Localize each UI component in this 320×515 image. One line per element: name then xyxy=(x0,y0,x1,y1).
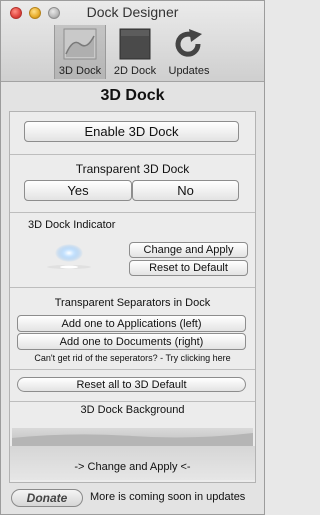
reset-all-button[interactable]: Reset all to 3D Default xyxy=(17,377,246,392)
refresh-icon xyxy=(175,29,202,57)
divider xyxy=(10,401,255,402)
add-separator-applications-button[interactable]: Add one to Applications (left) xyxy=(17,315,246,332)
toolbar-2d-dock[interactable]: 2D Dock xyxy=(109,25,161,79)
page-title: 3D Dock xyxy=(100,87,165,104)
add-separator-documents-button[interactable]: Add one to Documents (right) xyxy=(17,333,246,350)
toolbar-updates-label: Updates xyxy=(168,65,210,77)
dock-indicator-title: 3D Dock Indicator xyxy=(28,219,116,231)
footer-note: More is coming soon in updates xyxy=(90,491,246,503)
transparent-dock-title: Transparent 3D Dock xyxy=(75,162,190,176)
separators-hint-link[interactable]: Can't get rid of the seperators? - Try c… xyxy=(10,353,255,363)
toolbar-3d-dock-label: 3D Dock xyxy=(58,65,102,77)
toolbar-3d-dock[interactable]: 3D Dock xyxy=(54,25,106,79)
divider xyxy=(10,287,255,288)
settings-panel: Enable 3D Dock Transparent 3D Dock Yes N… xyxy=(9,111,256,483)
indicator-reset-button[interactable]: Reset to Default xyxy=(129,260,248,276)
3d-dock-icon xyxy=(63,28,97,60)
2d-dock-icon xyxy=(119,28,151,60)
background-change-apply-link[interactable]: -> Change and Apply <- xyxy=(10,461,255,473)
dock-background-title: 3D Dock Background xyxy=(80,404,185,416)
dock-designer-window: Dock Designer 3D Dock 2D Dock Updates 3D… xyxy=(0,0,265,515)
enable-3d-dock-button[interactable]: Enable 3D Dock xyxy=(24,121,239,142)
title-bar: Dock Designer 3D Dock 2D Dock Updates xyxy=(1,1,264,82)
indicator-preview xyxy=(46,243,92,273)
separators-title: Transparent Separators in Dock xyxy=(54,297,211,309)
dock-background-preview xyxy=(12,428,253,446)
divider xyxy=(10,154,255,155)
divider xyxy=(10,212,255,213)
transparent-yes-button[interactable]: Yes xyxy=(24,180,132,201)
toolbar-2d-dock-label: 2D Dock xyxy=(113,65,157,77)
transparent-no-button[interactable]: No xyxy=(132,180,239,201)
window-title: Dock Designer xyxy=(86,4,179,20)
donate-button[interactable]: Donate xyxy=(11,489,83,507)
toolbar-updates[interactable]: Updates xyxy=(163,25,215,79)
divider xyxy=(10,369,255,370)
indicator-change-apply-button[interactable]: Change and Apply xyxy=(129,242,248,258)
